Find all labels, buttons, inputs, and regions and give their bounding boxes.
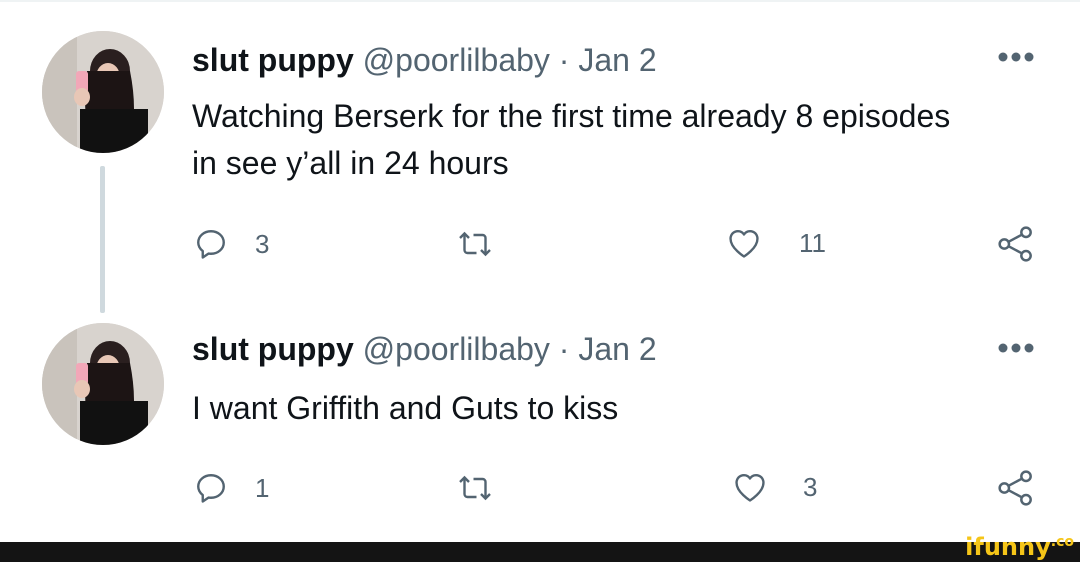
display-name[interactable]: slut puppy — [192, 331, 354, 367]
tweet-date[interactable]: Jan 2 — [578, 42, 656, 78]
share-button[interactable] — [996, 224, 1036, 264]
share-icon — [998, 226, 1032, 262]
retweet-button[interactable] — [457, 470, 493, 506]
watermark-suffix: .co — [1050, 534, 1074, 550]
share-button[interactable] — [996, 468, 1036, 508]
more-icon[interactable] — [996, 341, 1036, 355]
avatar[interactable] — [42, 31, 164, 153]
tweet-header: slut puppy @poorlilbaby · Jan 2 — [192, 329, 657, 369]
watermark-text: ifunny — [965, 533, 1051, 561]
like-count: 3 — [803, 471, 818, 502]
tweet-text: I want Griffith and Guts to kiss — [192, 390, 619, 426]
heart-icon — [729, 229, 759, 258]
like-button[interactable]: 11 — [725, 224, 826, 262]
more-icon[interactable] — [996, 50, 1036, 64]
reply-count: 3 — [255, 228, 270, 259]
avatar-photo — [42, 323, 164, 445]
ifunny-watermark: ifunny.co — [965, 533, 1074, 561]
like-button[interactable]: 3 — [731, 468, 817, 506]
user-handle[interactable]: @poorlilbaby — [363, 42, 550, 78]
separator-dot: · — [558, 331, 570, 367]
avatar[interactable] — [42, 323, 164, 445]
like-count: 11 — [799, 227, 826, 258]
retweet-icon — [459, 475, 491, 501]
separator-dot: · — [558, 42, 570, 78]
reply-icon — [197, 474, 225, 503]
watermark-bar: ifunny.co — [0, 533, 1080, 562]
tweet-date[interactable]: Jan 2 — [578, 331, 656, 367]
avatar-photo — [42, 31, 164, 153]
reply-button[interactable]: 3 — [193, 226, 269, 262]
share-icon — [998, 470, 1032, 506]
thread-connector-line — [100, 166, 105, 313]
user-handle[interactable]: @poorlilbaby — [363, 331, 550, 367]
heart-icon — [735, 473, 765, 502]
tweet-header: slut puppy @poorlilbaby · Jan 2 — [192, 40, 657, 80]
top-divider — [0, 0, 1080, 2]
retweet-button[interactable] — [457, 226, 493, 262]
display-name[interactable]: slut puppy — [192, 42, 354, 78]
reply-button[interactable]: 1 — [193, 470, 269, 506]
reply-icon — [197, 230, 225, 259]
retweet-icon — [459, 231, 491, 257]
reply-count: 1 — [255, 472, 270, 503]
tweet-text: Watching Berserk for the first time alre… — [192, 98, 951, 181]
